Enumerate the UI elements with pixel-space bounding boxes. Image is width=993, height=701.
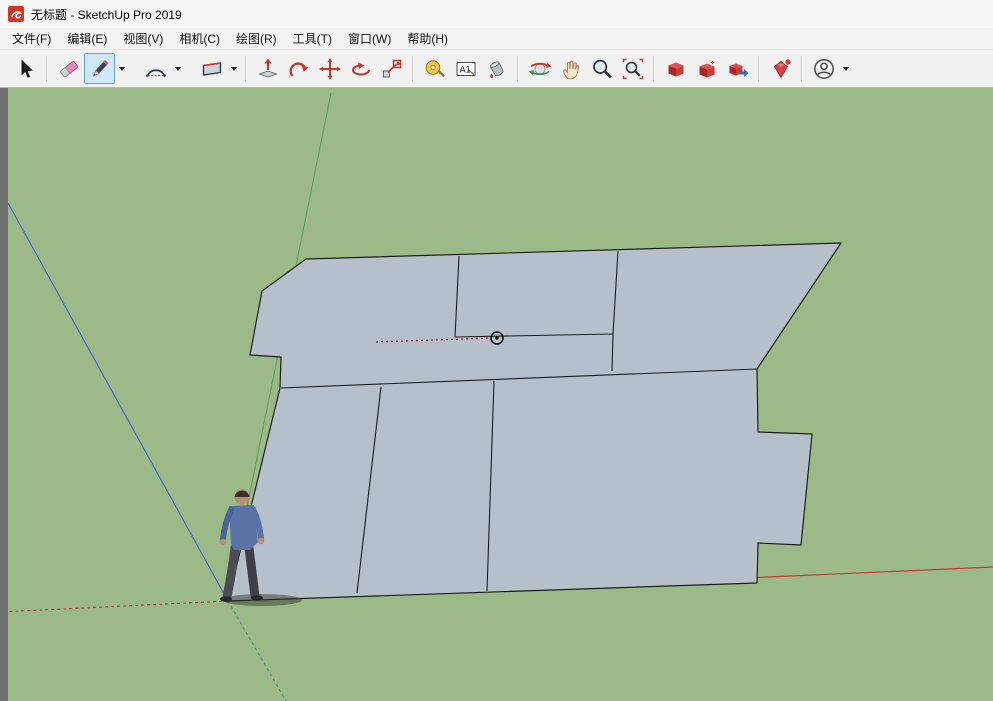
- toolbar-separator: [517, 56, 519, 82]
- orbit-tool-button[interactable]: [524, 53, 555, 84]
- arc-tool-dropdown[interactable]: [171, 53, 184, 84]
- chevron-down-icon: [119, 67, 125, 71]
- move-tool-button[interactable]: [314, 53, 345, 84]
- viewport: [0, 88, 993, 701]
- arc-icon: [144, 57, 168, 81]
- toolbar-separator: [46, 56, 48, 82]
- zoom-extents-icon: [621, 57, 645, 81]
- rotate-icon: [349, 57, 373, 81]
- viewport-left-frame: [0, 88, 8, 701]
- menu-file[interactable]: 文件(F): [4, 27, 59, 50]
- title-bar: 无标题 - SketchUp Pro 2019: [0, 0, 993, 28]
- scale-icon: [380, 57, 404, 81]
- zoom-tool-button[interactable]: [586, 53, 617, 84]
- 3d-warehouse-icon: [664, 57, 688, 81]
- toolbar-separator: [758, 56, 760, 82]
- menu-edit[interactable]: 编辑(E): [59, 27, 115, 50]
- menu-draw[interactable]: 绘图(R): [228, 27, 285, 50]
- pan-tool-button[interactable]: [555, 53, 586, 84]
- dimension-tool-button[interactable]: A1: [450, 53, 481, 84]
- share-model-icon: [726, 57, 750, 81]
- floorplan-face[interactable]: [228, 243, 841, 601]
- pan-hand-icon: [559, 57, 583, 81]
- window-title: 无标题 - SketchUp Pro 2019: [31, 6, 182, 23]
- magnifier-icon: [590, 57, 614, 81]
- user-account-icon: [812, 57, 836, 81]
- line-tool-dropdown[interactable]: [115, 53, 128, 84]
- figure-shadow: [222, 594, 302, 606]
- menu-window[interactable]: 窗口(W): [340, 27, 399, 50]
- axis-blue-positive[interactable]: [8, 203, 228, 601]
- menu-view[interactable]: 视图(V): [115, 27, 171, 50]
- menu-camera[interactable]: 相机(C): [171, 27, 228, 50]
- rotate-tool-button[interactable]: [345, 53, 376, 84]
- offset-tool-button[interactable]: [283, 53, 314, 84]
- tape-measure-icon: [423, 57, 447, 81]
- toolbar-separator: [653, 56, 655, 82]
- extension-warehouse-button[interactable]: [691, 53, 722, 84]
- rectangle-shape-icon: [200, 57, 224, 81]
- axis-blue-negative[interactable]: [228, 601, 286, 701]
- offset-icon: [287, 57, 311, 81]
- svg-text:A1: A1: [459, 64, 470, 74]
- pencil-icon: [88, 57, 112, 81]
- paint-bucket-icon: [485, 57, 509, 81]
- select-arrow-icon: [14, 57, 38, 81]
- share-model-button[interactable]: [722, 53, 753, 84]
- sketchup-logo-icon: [8, 6, 24, 22]
- viewport-canvas[interactable]: [8, 88, 993, 701]
- scale-tool-button[interactable]: [376, 53, 407, 84]
- line-tool-button[interactable]: [84, 53, 115, 84]
- extensions-gem-icon: [769, 57, 793, 81]
- zoom-extents-tool-button[interactable]: [617, 53, 648, 84]
- eraser-tool-button[interactable]: [53, 53, 84, 84]
- chevron-down-icon: [843, 67, 849, 71]
- paint-bucket-tool-button[interactable]: [481, 53, 512, 84]
- arc-tool-button[interactable]: [140, 53, 171, 84]
- dimension-a1-icon: A1: [454, 57, 478, 81]
- 3d-warehouse-button[interactable]: [660, 53, 691, 84]
- extensions-button[interactable]: [765, 53, 796, 84]
- chevron-down-icon: [175, 67, 181, 71]
- account-dropdown[interactable]: [839, 53, 852, 84]
- push-pull-tool-button[interactable]: [252, 53, 283, 84]
- shapes-tool-button[interactable]: [196, 53, 227, 84]
- axis-red-negative[interactable]: [8, 601, 228, 612]
- account-button[interactable]: [808, 53, 839, 84]
- orbit-icon: [528, 57, 552, 81]
- menu-bar: 文件(F) 编辑(E) 视图(V) 相机(C) 绘图(R) 工具(T) 窗口(W…: [0, 28, 993, 50]
- push-pull-icon: [256, 57, 280, 81]
- chevron-down-icon: [231, 67, 237, 71]
- menu-tools[interactable]: 工具(T): [285, 27, 340, 50]
- toolbar-separator: [245, 56, 247, 82]
- tape-measure-tool-button[interactable]: [419, 53, 450, 84]
- toolbar-separator: [412, 56, 414, 82]
- menu-help[interactable]: 帮助(H): [399, 27, 456, 50]
- select-tool-button[interactable]: [10, 53, 41, 84]
- eraser-icon: [57, 57, 81, 81]
- shapes-tool-dropdown[interactable]: [227, 53, 240, 84]
- extension-warehouse-icon: [695, 57, 719, 81]
- toolbar-separator: [801, 56, 803, 82]
- move-icon: [318, 57, 342, 81]
- toolbar: A1: [0, 50, 993, 88]
